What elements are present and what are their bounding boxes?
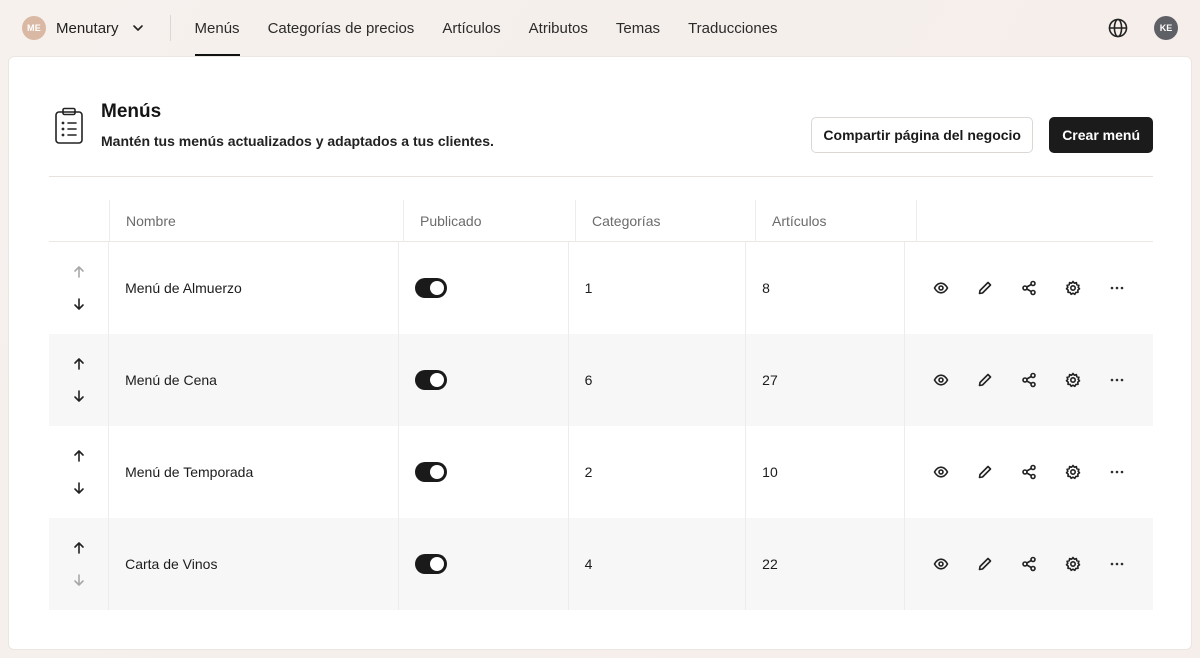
share-icon[interactable] (1021, 280, 1037, 296)
articles-count: 8 (746, 242, 905, 334)
share-icon[interactable] (1021, 464, 1037, 480)
pencil-icon[interactable] (977, 556, 993, 572)
tab-menus[interactable]: Menús (194, 0, 240, 56)
categories-count: 6 (569, 334, 747, 426)
main-tabs: Menús Categorías de precios Artículos At… (194, 0, 806, 56)
menu-name[interactable]: Menú de Temporada (109, 426, 399, 518)
settings-icon[interactable] (1065, 464, 1081, 480)
header-articles: Artículos (756, 200, 917, 242)
menu-name[interactable]: Menú de Cena (109, 334, 399, 426)
arrow-down-icon[interactable] (71, 388, 87, 404)
page-header: Menús Mantén tus menús actualizados y ad… (49, 101, 1153, 177)
categories-count: 4 (569, 518, 747, 610)
reorder-controls (49, 518, 110, 610)
header-reorder (49, 200, 110, 242)
more-icon[interactable] (1109, 372, 1125, 388)
table-row: Menú de Temporada 2 10 (49, 426, 1153, 518)
business-selector[interactable]: ME Menutary (22, 0, 145, 56)
table-header: Nombre Publicado Categorías Artículos (49, 200, 1153, 242)
published-toggle[interactable] (414, 554, 447, 574)
more-icon[interactable] (1109, 280, 1125, 296)
row-actions (905, 426, 1153, 518)
top-right-controls: KE (1107, 16, 1178, 40)
page-subtitle: Mantén tus menús actualizados y adaptado… (101, 133, 494, 149)
settings-icon[interactable] (1065, 556, 1081, 572)
published-cell (399, 334, 569, 426)
header-published: Publicado (404, 200, 576, 242)
more-icon[interactable] (1109, 556, 1125, 572)
articles-count: 22 (746, 518, 905, 610)
arrow-up-icon[interactable] (71, 448, 87, 464)
share-business-page-button[interactable]: Compartir página del negocio (811, 117, 1033, 153)
header-name: Nombre (110, 200, 404, 242)
settings-icon[interactable] (1065, 372, 1081, 388)
user-avatar[interactable]: KE (1154, 16, 1178, 40)
reorder-controls (49, 242, 110, 334)
nav-divider (169, 15, 171, 41)
eye-icon[interactable] (933, 372, 949, 388)
pencil-icon[interactable] (977, 372, 993, 388)
menus-card: Menús Mantén tus menús actualizados y ad… (8, 56, 1192, 650)
menu-name[interactable]: Carta de Vinos (109, 518, 399, 610)
tab-translations[interactable]: Traducciones (688, 0, 778, 56)
published-cell (399, 518, 569, 610)
business-name: Menutary (56, 19, 119, 37)
row-actions (905, 518, 1153, 610)
row-actions (905, 242, 1153, 334)
header-actions (917, 200, 1153, 242)
table-row: Menú de Cena 6 27 (49, 334, 1153, 426)
clipboard-list-icon (53, 107, 85, 145)
share-icon[interactable] (1021, 372, 1037, 388)
reorder-controls (49, 426, 110, 518)
eye-icon[interactable] (933, 280, 949, 296)
tab-themes[interactable]: Temas (616, 0, 660, 56)
categories-count: 2 (569, 426, 747, 518)
arrow-up-icon (71, 264, 87, 280)
arrow-up-icon[interactable] (71, 356, 87, 372)
eye-icon[interactable] (933, 556, 949, 572)
row-actions (905, 334, 1153, 426)
settings-icon[interactable] (1065, 280, 1081, 296)
arrow-down-icon[interactable] (71, 296, 87, 312)
table-row: Menú de Almuerzo 1 8 (49, 242, 1153, 334)
articles-count: 27 (746, 334, 905, 426)
categories-count: 1 (569, 242, 747, 334)
business-avatar: ME (22, 16, 46, 40)
tab-price-categories[interactable]: Categorías de precios (268, 0, 415, 56)
tab-attributes[interactable]: Atributos (529, 0, 588, 56)
menus-table: Nombre Publicado Categorías Artículos Me… (49, 200, 1153, 610)
create-menu-button[interactable]: Crear menú (1049, 117, 1153, 153)
top-navigation: ME Menutary Menús Categorías de precios … (0, 0, 1200, 56)
header-categories: Categorías (576, 200, 756, 242)
globe-icon[interactable] (1107, 17, 1129, 39)
published-toggle[interactable] (414, 370, 447, 390)
chevron-down-icon (131, 21, 145, 35)
published-toggle[interactable] (414, 462, 447, 482)
more-icon[interactable] (1109, 464, 1125, 480)
published-toggle[interactable] (414, 278, 447, 298)
eye-icon[interactable] (933, 464, 949, 480)
pencil-icon[interactable] (977, 464, 993, 480)
arrow-down-icon[interactable] (71, 480, 87, 496)
menu-name[interactable]: Menú de Almuerzo (109, 242, 399, 334)
page-title: Menús (101, 101, 162, 122)
reorder-controls (49, 334, 110, 426)
published-cell (399, 426, 569, 518)
published-cell (399, 242, 569, 334)
tab-articles[interactable]: Artículos (442, 0, 500, 56)
articles-count: 10 (746, 426, 905, 518)
arrow-down-icon (71, 572, 87, 588)
pencil-icon[interactable] (977, 280, 993, 296)
share-icon[interactable] (1021, 556, 1037, 572)
table-row: Carta de Vinos 4 22 (49, 518, 1153, 610)
arrow-up-icon[interactable] (71, 540, 87, 556)
